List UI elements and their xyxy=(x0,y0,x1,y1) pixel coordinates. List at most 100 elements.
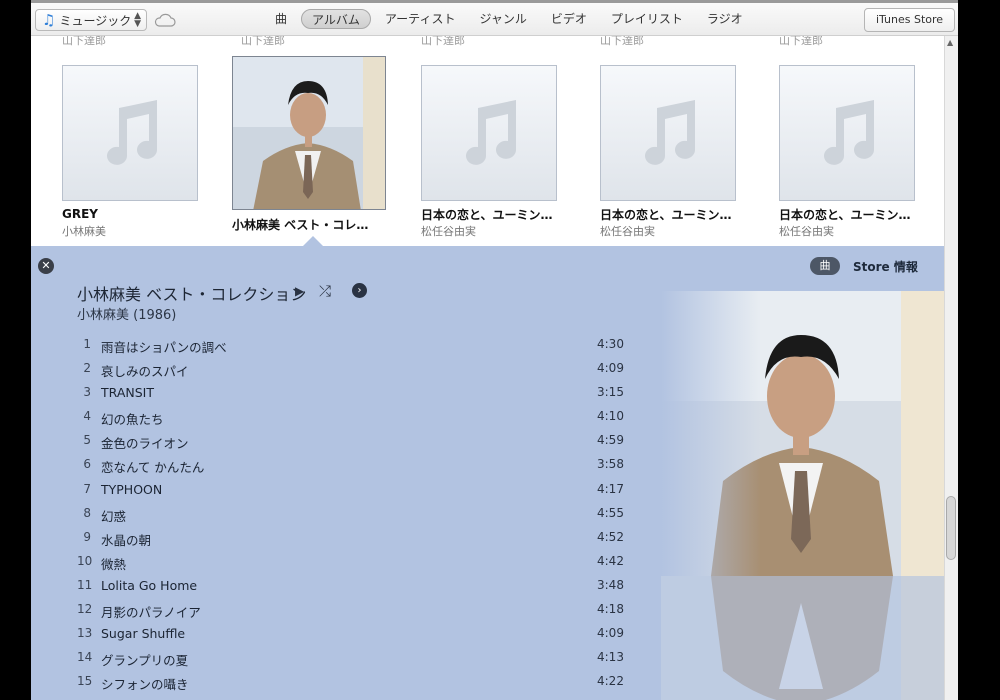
nav-albums[interactable]: アルバム xyxy=(301,9,371,29)
track-number: 3 xyxy=(83,385,91,400)
itunes-window: ♫ ミュージック ▲ ▼ 曲 アルバム アーティスト ジャンル ビデオ プレイリス… xyxy=(0,0,1000,700)
track-title: Lolita Go Home xyxy=(101,577,198,593)
album-cover-placeholder[interactable] xyxy=(421,65,557,201)
media-kind-label: ミュージック xyxy=(59,13,132,28)
track-title: 月影のパラノイア xyxy=(101,605,201,621)
track-number: 1 xyxy=(83,337,91,351)
track-number: 11 xyxy=(77,577,93,592)
track-title: 微熱 xyxy=(101,556,127,572)
album-title: 日本の恋と、ユーミン… xyxy=(779,208,911,222)
right-edge xyxy=(958,0,1000,700)
songs-segment-button[interactable]: 曲 xyxy=(810,257,840,275)
album-title: 日本の恋と、ユーミン… xyxy=(421,208,553,222)
track-title: 幻惑 xyxy=(101,508,127,524)
track-duration: 4:59 xyxy=(597,433,624,448)
scrollbar-thumb[interactable] xyxy=(946,496,956,560)
track-row[interactable]: 10 微熱 4:42 xyxy=(77,551,627,575)
track-row[interactable]: 2 哀しみのスパイ 4:09 xyxy=(77,358,627,382)
track-duration: 3:15 xyxy=(597,385,624,400)
media-kind-select[interactable]: ♫ ミュージック ▲ ▼ xyxy=(35,9,147,31)
track-row[interactable]: 13 Sugar Shuffle 4:09 xyxy=(77,623,627,647)
track-number: 9 xyxy=(83,529,91,544)
album-title: 小林麻美 ベスト・コレク… xyxy=(232,218,380,232)
play-icon[interactable]: ▶ xyxy=(295,284,304,298)
track-duration: 4:17 xyxy=(597,481,624,496)
album-artist: 小林麻美 xyxy=(62,225,106,238)
album-art-reflection xyxy=(661,576,944,700)
track-duration: 3:58 xyxy=(597,457,624,472)
album-grid: 山下達郎 山下達郎 山下達郎 山下達郎 山下達郎 GREY 小林麻美 小林麻美 … xyxy=(31,36,944,246)
track-title: TRANSIT xyxy=(101,385,154,401)
track-number: 12 xyxy=(77,602,93,617)
track-row[interactable]: 5 金色のライオン 4:59 xyxy=(77,430,627,454)
track-duration: 4:13 xyxy=(597,650,624,665)
music-note-icon xyxy=(645,100,695,165)
track-number: 10 xyxy=(77,553,93,568)
album-cover-placeholder[interactable] xyxy=(779,65,915,201)
track-row[interactable]: 15 シフォンの囁き 4:22 xyxy=(77,671,627,695)
cloud-icon[interactable] xyxy=(154,13,176,27)
track-number: 6 xyxy=(83,457,91,472)
nav-playlists[interactable]: プレイリスト xyxy=(601,9,693,29)
nav-radio[interactable]: ラジオ xyxy=(697,9,753,29)
shuffle-icon[interactable]: ⤮ xyxy=(319,282,331,300)
track-row[interactable]: 3 TRANSIT 3:15 xyxy=(77,382,627,406)
album-artist: 松任谷由実 xyxy=(779,225,834,238)
music-note-icon xyxy=(466,100,516,165)
track-row[interactable]: 4 幻の魚たち 4:10 xyxy=(77,406,627,430)
track-number: 13 xyxy=(77,626,93,641)
track-number: 7 xyxy=(83,481,91,496)
track-row[interactable]: 1 雨音はショパンの調べ 4:30 xyxy=(77,334,627,358)
track-duration: 4:30 xyxy=(597,337,624,351)
track-list: 1 雨音はショパンの調べ 4:30 2 哀しみのスパイ 4:09 3 TRANSIT 3:15 4… xyxy=(77,334,627,695)
album-art-portrait xyxy=(233,57,385,209)
track-duration: 4:10 xyxy=(597,409,624,424)
updown-arrows-icon: ▲ ▼ xyxy=(134,11,141,29)
nav-artists[interactable]: アーティスト xyxy=(375,9,466,29)
track-title: 幻の魚たち xyxy=(101,412,164,428)
track-row[interactable]: 7 TYPHOON 4:17 xyxy=(77,479,627,503)
close-icon[interactable]: ✕ xyxy=(38,258,54,274)
toolbar: ♫ ミュージック ▲ ▼ 曲 アルバム アーティスト ジャンル ビデオ プレイリス… xyxy=(31,3,958,36)
prev-row-artist: 山下達郎 xyxy=(779,36,823,47)
track-row[interactable]: 6 恋なんて かんたん 3:58 xyxy=(77,454,627,478)
track-number: 2 xyxy=(83,361,91,376)
track-title: 水晶の朝 xyxy=(101,532,152,548)
itunes-store-button[interactable]: iTunes Store xyxy=(864,8,955,32)
track-row[interactable]: 14 グランプリの夏 4:13 xyxy=(77,647,627,671)
more-options-icon[interactable]: › xyxy=(352,283,367,298)
music-note-icon xyxy=(107,100,157,165)
vertical-scrollbar[interactable] xyxy=(944,36,958,700)
track-title: 雨音はショパンの調べ xyxy=(101,340,227,355)
track-duration: 3:48 xyxy=(597,577,624,592)
track-number: 15 xyxy=(77,674,93,689)
nav-genres[interactable]: ジャンル xyxy=(469,9,536,29)
track-row[interactable]: 12 月影のパラノイア 4:18 xyxy=(77,599,627,623)
track-duration: 4:55 xyxy=(597,505,624,520)
track-row[interactable]: 11 Lolita Go Home 3:48 xyxy=(77,575,627,599)
track-duration: 4:42 xyxy=(597,553,624,568)
track-number: 4 xyxy=(83,409,91,424)
album-cover-placeholder[interactable] xyxy=(62,65,198,201)
prev-row-artist: 山下達郎 xyxy=(62,36,106,47)
detail-album-title: 小林麻美 ベスト・コレクション xyxy=(77,285,307,304)
track-row[interactable]: 8 幻惑 4:55 xyxy=(77,503,627,527)
nav-videos[interactable]: ビデオ xyxy=(541,9,597,29)
album-artist: 松任谷由実 xyxy=(600,225,655,238)
album-cover-art[interactable] xyxy=(232,56,386,210)
store-info-button[interactable]: Store 情報 xyxy=(853,258,918,275)
left-edge xyxy=(0,0,31,700)
large-album-art xyxy=(661,291,944,576)
scroll-up-arrow-icon[interactable]: ▲ xyxy=(947,38,953,47)
track-duration: 4:09 xyxy=(597,361,624,376)
track-title: 金色のライオン xyxy=(101,436,189,452)
track-title: TYPHOON xyxy=(101,481,163,497)
album-cover-placeholder[interactable] xyxy=(600,65,736,201)
track-title: グランプリの夏 xyxy=(101,653,189,669)
track-duration: 4:09 xyxy=(597,626,624,641)
album-artist: 松任谷由実 xyxy=(421,225,476,238)
nav-songs[interactable]: 曲 xyxy=(265,9,297,29)
prev-row-artist: 山下達郎 xyxy=(600,36,644,47)
large-art-portrait xyxy=(661,291,944,576)
track-row[interactable]: 9 水晶の朝 4:52 xyxy=(77,527,627,551)
